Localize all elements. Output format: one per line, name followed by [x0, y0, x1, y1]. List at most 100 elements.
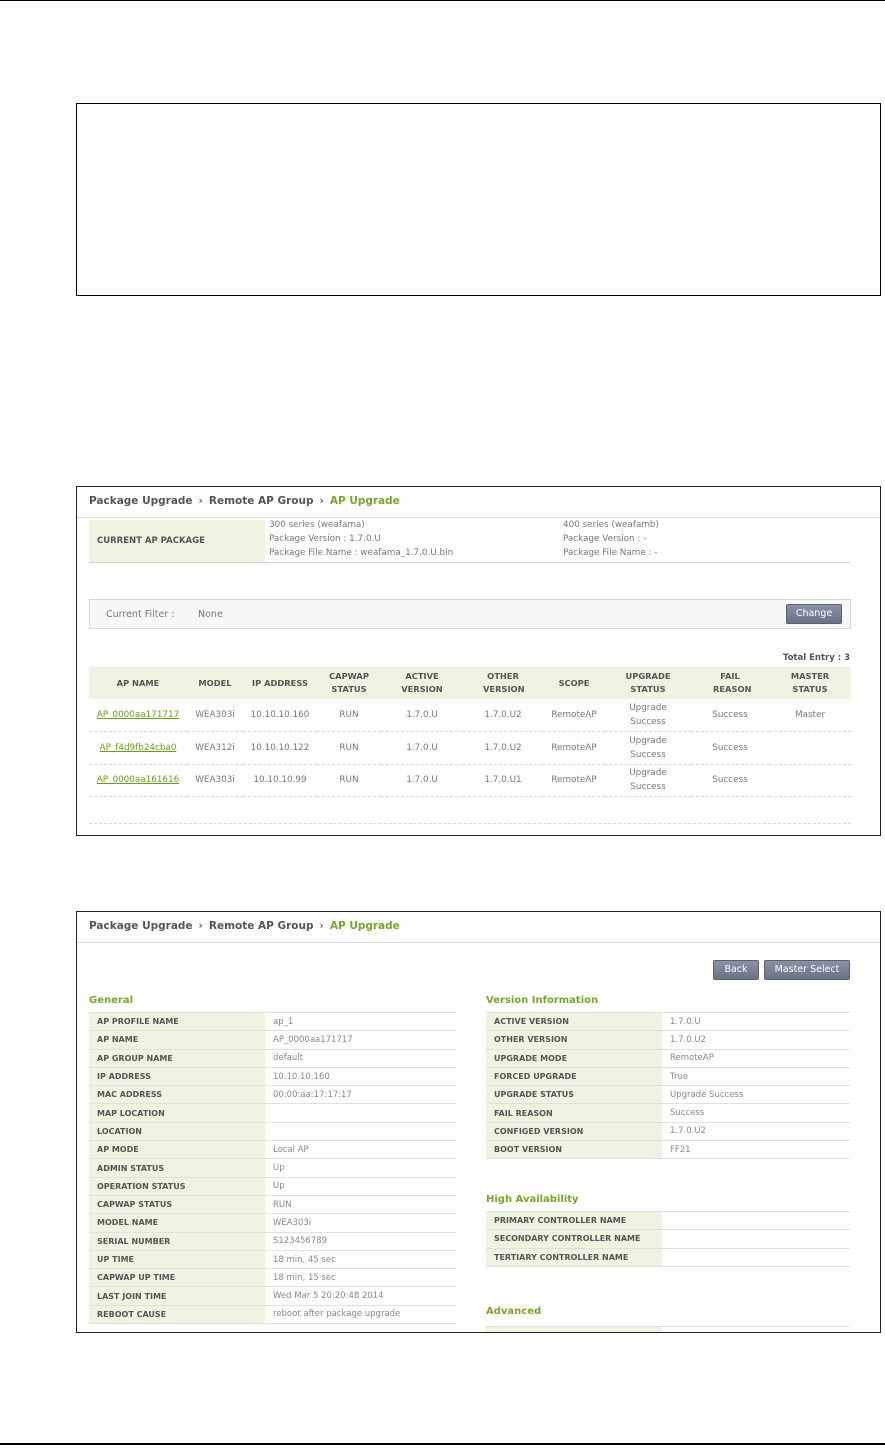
table-row: FORCED UPGRADE True [486, 1067, 850, 1087]
table-row: CAPWAP STATUS RUN [89, 1195, 456, 1215]
field-label: OPERATION STATUS [89, 1177, 265, 1196]
current-ap-package-label: CURRENT AP PACKAGE [89, 520, 265, 562]
field-value: 00:00:aa:17:17:17 [265, 1085, 456, 1105]
table-cell: Success [691, 764, 769, 797]
table-cell: WEA303i [187, 764, 243, 797]
field-label: CAPWAP STATUS [89, 1195, 265, 1215]
field-value: Wed Mar 5 20:20:48 2014 [265, 1286, 456, 1306]
table-cell [769, 731, 851, 765]
table-row: CAPWAP UP TIME 18 min, 15 sec [89, 1268, 456, 1288]
field-label: MODEL NAME [89, 1213, 265, 1233]
breadcrumb: Package Upgrade › Remote AP Group › AP Upgra… [89, 920, 400, 932]
field-label: UP TIME [89, 1250, 265, 1270]
field-value: Up [265, 1158, 456, 1178]
table-cell: 10.10.10.99 [243, 764, 317, 797]
divider [77, 942, 880, 943]
column-header: AP NAME [89, 667, 187, 699]
table-cell: 1.7.0.U [381, 731, 463, 765]
chevron-right-icon: › [198, 920, 203, 932]
table-row[interactable]: AP_0000aa161616 WEA303i 10.10.10.99 RUN … [89, 764, 851, 797]
field-value [662, 1210, 850, 1231]
field-value: AP_0000aa171717 [265, 1030, 456, 1050]
table-row: UPGRADE STATUS Upgrade Success [486, 1085, 850, 1105]
table-cell: 1.7.0.U [381, 699, 463, 732]
section-title-general: General [89, 995, 133, 1006]
divider [77, 517, 880, 518]
column-header: OTHER VERSION [463, 667, 543, 699]
field-value: Upgrade Success [662, 1085, 850, 1105]
table-row: AP NAME AP_0000aa171717 [89, 1030, 456, 1050]
field-value: 10.10.10.160 [265, 1067, 456, 1087]
field-label: AP PROFILE NAME [89, 1011, 265, 1032]
table-cell: Upgrade Success [605, 731, 691, 765]
high-availability-table: PRIMARY CONTROLLER NAME SECONDARY CONTROL… [486, 1210, 850, 1267]
change-filter-button[interactable]: Change [786, 604, 842, 624]
table-row: AP MODE Local AP [89, 1140, 456, 1160]
package-series-name: 400 series (weafamb) [563, 520, 659, 530]
table-row: BOOT VERSION FF21 [486, 1140, 850, 1160]
divider [89, 823, 851, 824]
chevron-right-icon: › [198, 495, 203, 507]
package-file-name: Package File Name : weafama_1.7.0.U.bin [269, 548, 454, 558]
table-cell: Master [769, 699, 851, 732]
field-value: Local AP [265, 1140, 456, 1160]
table-row: UP TIME 18 min, 45 sec [89, 1250, 456, 1270]
field-value: reboot after package upgrade [265, 1305, 456, 1325]
general-table: AP PROFILE NAME ap_1 AP NAME AP_0000aa17171… [89, 1011, 456, 1325]
field-label: OTHER VERSION [486, 1030, 662, 1050]
breadcrumb-item[interactable]: Package Upgrade [89, 920, 193, 932]
field-label: CONFIGED VERSION [486, 1122, 662, 1142]
field-label: BOOT VERSION [486, 1140, 662, 1160]
field-value: 1.7.0.U [662, 1011, 850, 1032]
ap-name-link[interactable]: AP_0000aa161616 [89, 764, 187, 797]
breadcrumb-item[interactable]: Remote AP Group [209, 495, 314, 507]
table-cell: 10.10.10.122 [243, 731, 317, 765]
field-label [486, 1325, 662, 1332]
table-header: AP NAME MODEL IP ADDRESS CAPWAP STATUS A… [89, 667, 851, 699]
table-row: PRIMARY CONTROLLER NAME [486, 1210, 850, 1231]
field-label: UPGRADE MODE [486, 1049, 662, 1068]
field-value: default [265, 1049, 456, 1068]
chevron-right-icon: › [319, 920, 324, 932]
table-cell: 1.7.0.U2 [463, 731, 543, 765]
package-version: Package Version : - [563, 534, 647, 544]
table-row[interactable]: AP_f4d9fb24cba0 WEA312i 10.10.10.122 RUN… [89, 731, 851, 765]
table-cell: Success [691, 699, 769, 732]
table-row: ADMIN STATUS Up [89, 1158, 456, 1178]
field-value: RUN [265, 1195, 456, 1215]
back-button[interactable]: Back [713, 960, 759, 980]
filter-bar: Current Filter : None Change [89, 599, 851, 629]
field-value: S123456789 [265, 1232, 456, 1251]
column-header: FAIL REASON [691, 667, 769, 699]
table-cell: Upgrade Success [605, 699, 691, 732]
table-row: TERTIARY CONTROLLER NAME [486, 1248, 850, 1267]
field-value [662, 1229, 850, 1249]
field-label: MAC ADDRESS [89, 1085, 265, 1105]
master-select-button[interactable]: Master Select [764, 960, 850, 980]
field-value: 18 min, 45 sec [265, 1250, 456, 1270]
field-value: 18 min, 15 sec [265, 1268, 456, 1288]
ap-detail-panel: Package Upgrade › Remote AP Group › AP Upgra… [76, 911, 881, 1333]
version-table: ACTIVE VERSION 1.7.0.U OTHER VERSION 1.7.0.… [486, 1011, 850, 1160]
package-series-name: 300 series (weafama) [269, 520, 365, 530]
section-title-high-availability: High Availability [486, 1194, 579, 1205]
table-cell: RUN [317, 731, 381, 765]
field-value [662, 1325, 850, 1332]
table-row: SECONDARY CONTROLLER NAME [486, 1229, 850, 1249]
breadcrumb-item[interactable]: Package Upgrade [89, 495, 193, 507]
ap-name-link[interactable]: AP_0000aa171717 [89, 699, 187, 732]
table-row[interactable]: AP_0000aa171717 WEA303i 10.10.10.160 RUN… [89, 699, 851, 732]
table-cell: Upgrade Success [605, 764, 691, 797]
table-row: REBOOT CAUSE reboot after package upgrade [89, 1305, 456, 1325]
ap-name-link[interactable]: AP_f4d9fb24cba0 [89, 731, 187, 765]
ap-table: AP NAME MODEL IP ADDRESS CAPWAP STATUS A… [89, 667, 851, 797]
breadcrumb-item[interactable]: Remote AP Group [209, 920, 314, 932]
table-row: OPERATION STATUS Up [89, 1177, 456, 1196]
field-value [265, 1122, 456, 1142]
table-row: OTHER VERSION 1.7.0.U2 [486, 1030, 850, 1050]
field-label: LOCATION [89, 1122, 265, 1142]
field-label: AP MODE [89, 1140, 265, 1160]
table-cell: RemoteAP [543, 764, 605, 797]
filter-value: None [198, 609, 223, 620]
table-row: MODEL NAME WEA303i [89, 1213, 456, 1233]
